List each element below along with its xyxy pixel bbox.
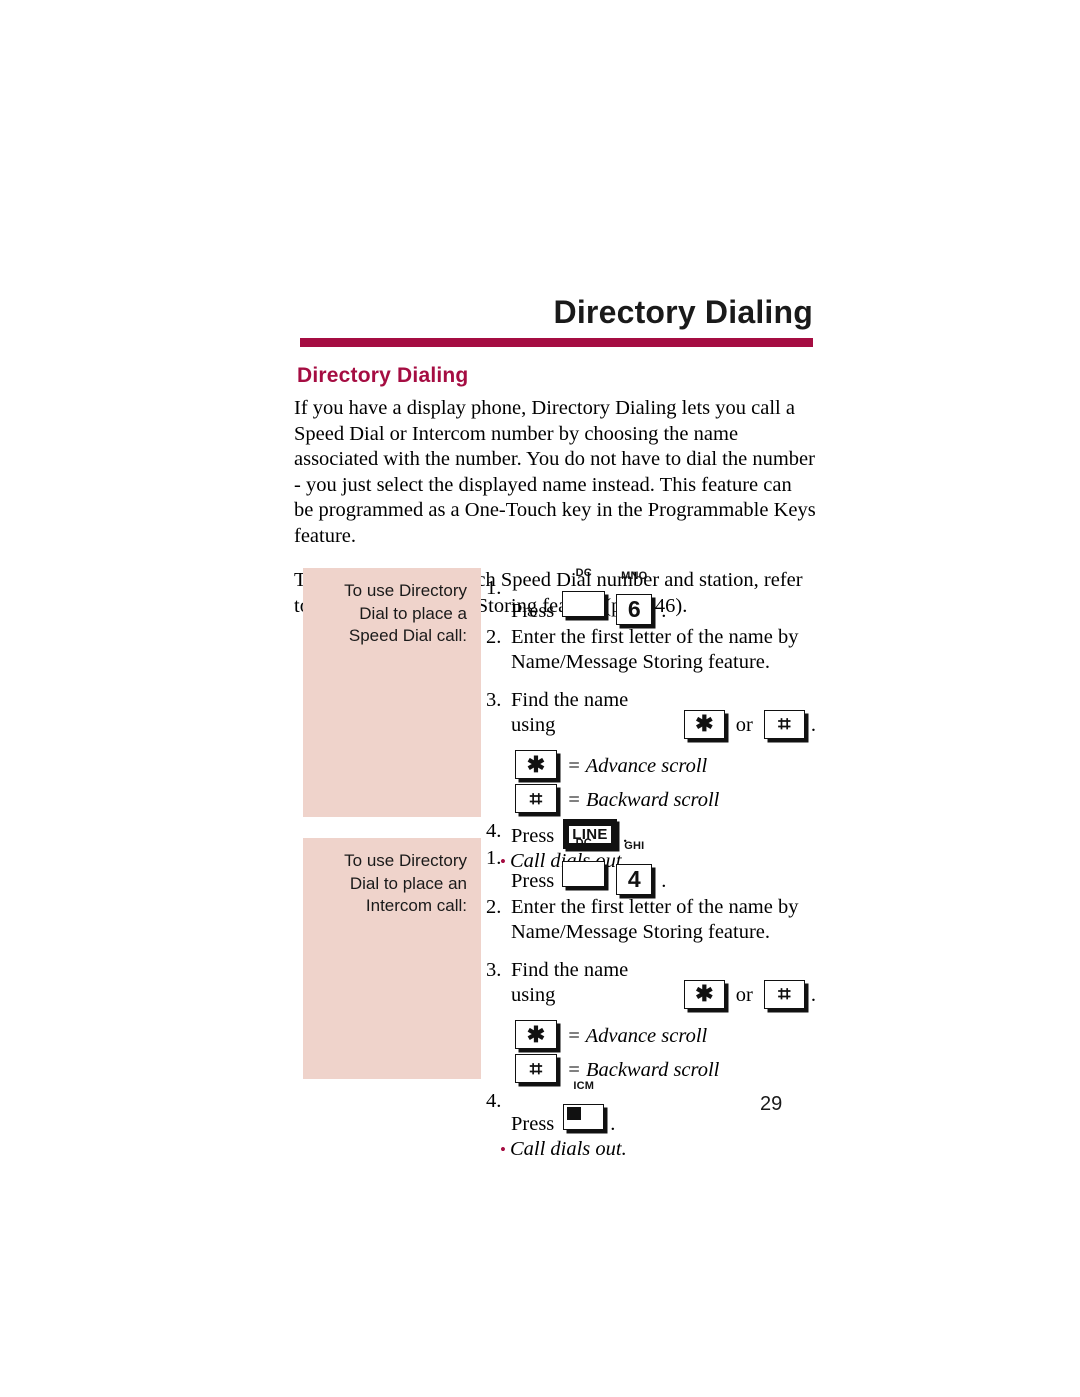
document-page: Directory Dialing Directory Dialing If y… (0, 0, 1080, 1397)
step-2: 2. Enter the first letter of the name by… (486, 895, 816, 946)
key-digit-caption: GHI (624, 839, 645, 852)
step-1: 1. Press DC GHI 4 . (486, 837, 816, 895)
header-rule (300, 338, 813, 347)
key-hash-icon[interactable]: ⌗ (763, 979, 805, 1009)
running-head: Directory Dialing (553, 294, 813, 330)
key-dc-cap (562, 591, 606, 617)
key-hash-icon[interactable]: ⌗ (763, 709, 805, 739)
bullet-icon: • (500, 1140, 506, 1159)
step-text-line-2: Name/Message Storing feature. (511, 651, 771, 673)
step-number: 1. (486, 577, 502, 599)
step-number: 4. (486, 1089, 502, 1112)
step-text-line-2: Name/Message Storing feature. (511, 921, 771, 943)
step-number: 2. (486, 895, 502, 918)
key-dc-caption: DC (575, 567, 592, 579)
step-terminator: . (661, 600, 667, 622)
step-number: 2. (486, 625, 502, 648)
key-digit-caption: MNO (621, 569, 648, 582)
step-number: 3. (486, 958, 502, 981)
step-text: Press (511, 1112, 555, 1135)
note-call-dials-out: •Call dials out. (500, 1137, 816, 1163)
step-terminator: . (810, 714, 816, 736)
conjunction-or: or (735, 714, 753, 736)
step-number: 1. (486, 847, 502, 869)
legend-advance-scroll: ✱ = Advance scroll (515, 1015, 816, 1049)
step-text: Press (511, 600, 555, 622)
key-digit-cap: 4 (616, 863, 653, 895)
step-number: 3. (486, 688, 502, 711)
step-text-line-1: Enter the first letter of the name by (511, 895, 799, 918)
page-title: Directory Dialing (297, 364, 469, 387)
legend-text: = Advance scroll (567, 1024, 708, 1047)
key-dc[interactable]: DC (562, 837, 606, 895)
procedure-label-speed-dial: To use Directory Dial to place a Speed D… (303, 568, 481, 817)
key-digit-4[interactable]: GHI 4 (616, 840, 653, 895)
page-number: 29 (760, 1093, 783, 1115)
key-hash-icon[interactable]: ⌗ (515, 1053, 557, 1083)
procedure-label-intercom: To use Directory Dial to place an Interc… (303, 838, 481, 1079)
step-number: 4. (486, 819, 502, 842)
key-icm-cap (563, 1103, 605, 1130)
key-digit-6[interactable]: MNO 6 (616, 570, 653, 625)
key-icm[interactable]: ICM (563, 1080, 605, 1138)
step-terminator: . (810, 984, 816, 1006)
step-text: Find the name using (511, 688, 629, 737)
conjunction-or: or (735, 984, 753, 1006)
step-3: 3. Find the name using ✱ or ⌗ . (486, 688, 816, 739)
key-dc-caption: DC (575, 837, 592, 849)
step-text-line-1: Enter the first letter of the name by (511, 625, 799, 648)
legend-backward-scroll: ⌗ = Backward scroll (515, 779, 816, 813)
key-icm-caption: ICM (573, 1079, 595, 1092)
key-digit-cap: 6 (616, 593, 653, 625)
step-terminator: . (610, 1112, 616, 1135)
key-star-icon[interactable]: ✱ (515, 749, 557, 779)
step-text: Find the name using (511, 958, 629, 1007)
step-1: 1. Press DC MNO 6 . (486, 567, 816, 625)
legend-backward-scroll: ⌗ = Backward scroll (515, 1049, 816, 1083)
legend-text: = Backward scroll (567, 788, 720, 811)
key-dc[interactable]: DC (562, 567, 606, 625)
key-hash-icon[interactable]: ⌗ (515, 783, 557, 813)
legend-text: = Advance scroll (567, 754, 708, 777)
step-terminator: . (661, 870, 667, 892)
key-dc-cap (562, 861, 606, 887)
legend-advance-scroll: ✱ = Advance scroll (515, 745, 816, 779)
note-text: Call dials out. (509, 1138, 627, 1160)
intro-paragraph-1: If you have a display phone, Directory D… (294, 397, 816, 547)
led-indicator-icon (566, 1107, 581, 1120)
step-3: 3. Find the name using ✱ or ⌗ . (486, 958, 816, 1009)
step-2: 2. Enter the first letter of the name by… (486, 625, 816, 676)
procedure-steps-speed-dial: 1. Press DC MNO 6 . 2. Enter the first l… (486, 567, 816, 875)
key-star-icon[interactable]: ✱ (683, 709, 725, 739)
step-text: Press (511, 870, 555, 892)
key-star-icon[interactable]: ✱ (683, 979, 725, 1009)
key-star-icon[interactable]: ✱ (515, 1019, 557, 1049)
